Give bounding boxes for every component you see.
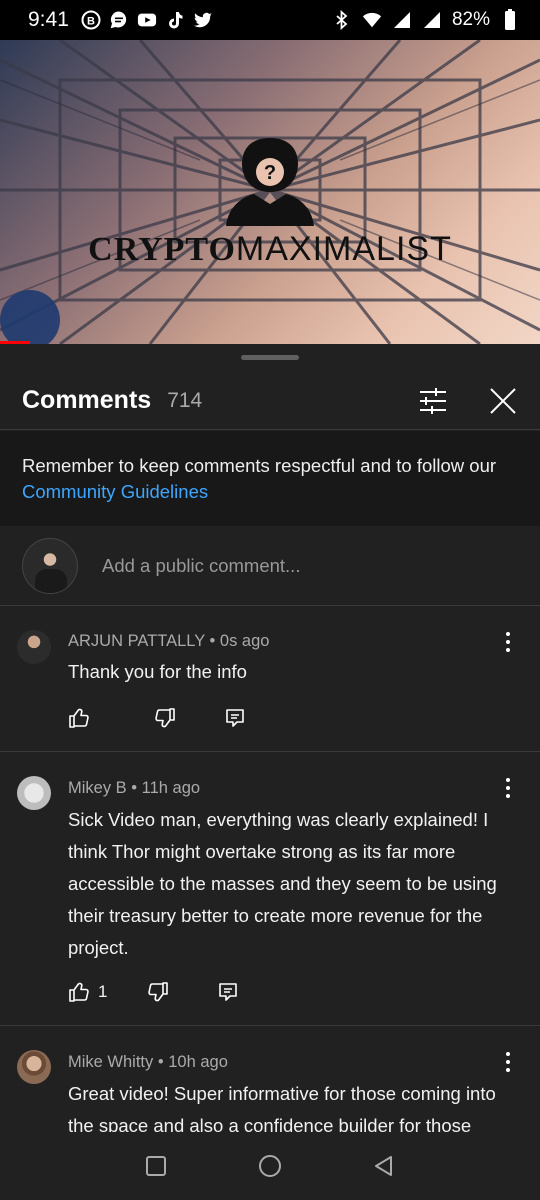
community-guidelines-link[interactable]: Community Guidelines [22, 481, 208, 502]
filter-button[interactable] [418, 386, 448, 416]
back-triangle-icon [375, 1156, 392, 1176]
thumbs-down-icon [155, 708, 175, 728]
more-options-button[interactable] [498, 776, 518, 800]
b-icon: B [81, 10, 101, 30]
recents-button[interactable] [143, 1153, 169, 1179]
dislike-button[interactable] [154, 706, 176, 730]
add-comment-row[interactable]: Add a public comment... [0, 526, 540, 606]
more-options-button[interactable] [498, 1050, 518, 1074]
dislike-button[interactable] [147, 980, 169, 1004]
channel-logo: ? CRYPTOMAXIMALIST [0, 130, 540, 269]
comment-time: 0s ago [219, 632, 270, 650]
circle-icon [259, 1155, 281, 1177]
comment-meta: ARJUN PATTALLY • 0s ago [68, 632, 270, 650]
like-button[interactable]: 1 [68, 980, 107, 1004]
thumbs-up-icon [69, 708, 89, 728]
comment-meta: Mikey B • 11h ago [68, 779, 201, 797]
comments-title: Comments [22, 386, 152, 414]
video-player[interactable]: ? CRYPTOMAXIMALIST [0, 40, 540, 344]
drag-handle[interactable] [241, 355, 299, 360]
sliders-icon [420, 387, 446, 414]
comment-item: ARJUN PATTALLY • 0s ago Thank you for th… [0, 606, 540, 752]
back-button[interactable] [371, 1153, 397, 1179]
reply-icon [226, 709, 244, 727]
guidelines-notice: Remember to keep comments respectful and… [0, 431, 540, 526]
comment-text: Thank you for the info [68, 661, 247, 682]
like-button[interactable] [68, 706, 98, 730]
avatar[interactable] [17, 1050, 51, 1084]
avatar[interactable] [17, 630, 51, 664]
comment-author[interactable]: Mike Whitty [68, 1053, 153, 1071]
message-icon [109, 10, 129, 30]
thumbs-up-icon [69, 982, 89, 1002]
anonymous-person-icon: ? [226, 138, 314, 226]
bluetooth-icon [332, 10, 352, 30]
avatar [22, 537, 78, 594]
battery-percentage: 82% [451, 9, 490, 30]
comments-header: Comments 714 [0, 372, 540, 430]
battery-icon [500, 9, 520, 30]
guidelines-text: Remember to keep comments respectful and… [22, 455, 497, 476]
signal-icon [392, 10, 412, 30]
like-count: 1 [98, 982, 108, 1001]
youtube-icon [137, 10, 157, 30]
close-button[interactable] [488, 386, 518, 416]
comment-time: 11h ago [141, 779, 201, 797]
navigation-bar [0, 1132, 540, 1200]
close-icon [490, 387, 516, 414]
avatar[interactable] [17, 776, 51, 810]
twitter-icon [193, 10, 213, 30]
comment-time: 10h ago [168, 1053, 228, 1071]
square-icon [146, 1156, 166, 1176]
more-options-button[interactable] [498, 630, 518, 654]
svg-text:?: ? [264, 162, 276, 184]
status-bar: 9:41 B 82% [0, 0, 540, 40]
thumbs-down-icon [148, 982, 169, 1002]
reply-button[interactable] [224, 706, 246, 730]
channel-logo-text: CRYPTOMAXIMALIST [88, 230, 452, 268]
comment-author[interactable]: ARJUN PATTALLY [68, 632, 205, 650]
comment-author[interactable]: Mikey B [68, 779, 127, 797]
reply-button[interactable] [217, 980, 239, 1004]
comment-item: Mikey B • 11h ago Sick Video man, everyt… [0, 752, 540, 1026]
reply-icon [219, 983, 238, 1001]
svg-text:B: B [87, 16, 95, 28]
add-comment-input[interactable]: Add a public comment... [102, 555, 300, 577]
comments-count: 714 [167, 388, 203, 412]
wifi-icon [362, 10, 382, 30]
comment-meta: Mike Whitty • 10h ago [68, 1053, 228, 1071]
comments-sheet: Comments 714 Remember to keep comments r… [0, 344, 540, 1200]
status-time: 9:41 [28, 8, 69, 31]
signal-icon [422, 10, 442, 30]
comment-text: Sick Video man, everything was clearly e… [68, 809, 497, 958]
home-button[interactable] [257, 1153, 283, 1179]
tiktok-icon [165, 10, 185, 30]
